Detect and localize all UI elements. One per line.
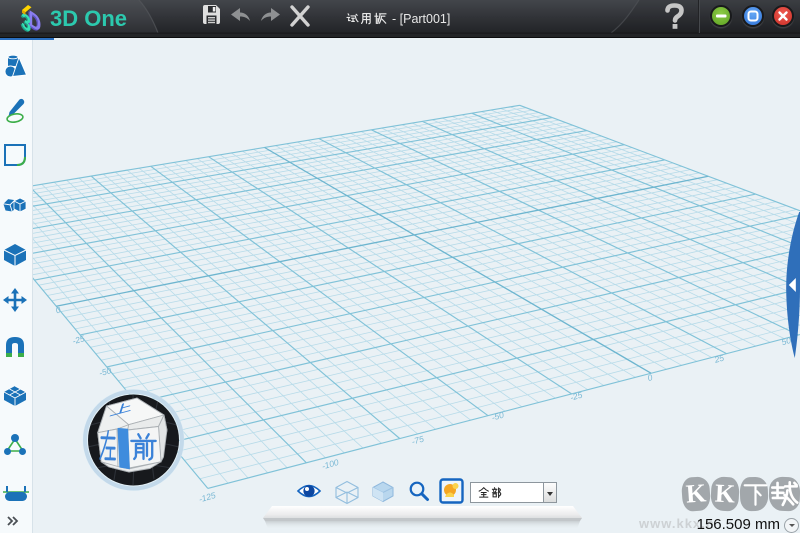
svg-text:-50: -50	[98, 365, 113, 378]
svg-text:0: 0	[646, 372, 654, 383]
svg-text:-25: -25	[71, 333, 86, 346]
svg-text:0: 0	[54, 304, 62, 315]
svg-text:-100: -100	[321, 457, 340, 471]
svg-text:-75: -75	[410, 434, 425, 447]
svg-text:-125: -125	[198, 490, 217, 504]
